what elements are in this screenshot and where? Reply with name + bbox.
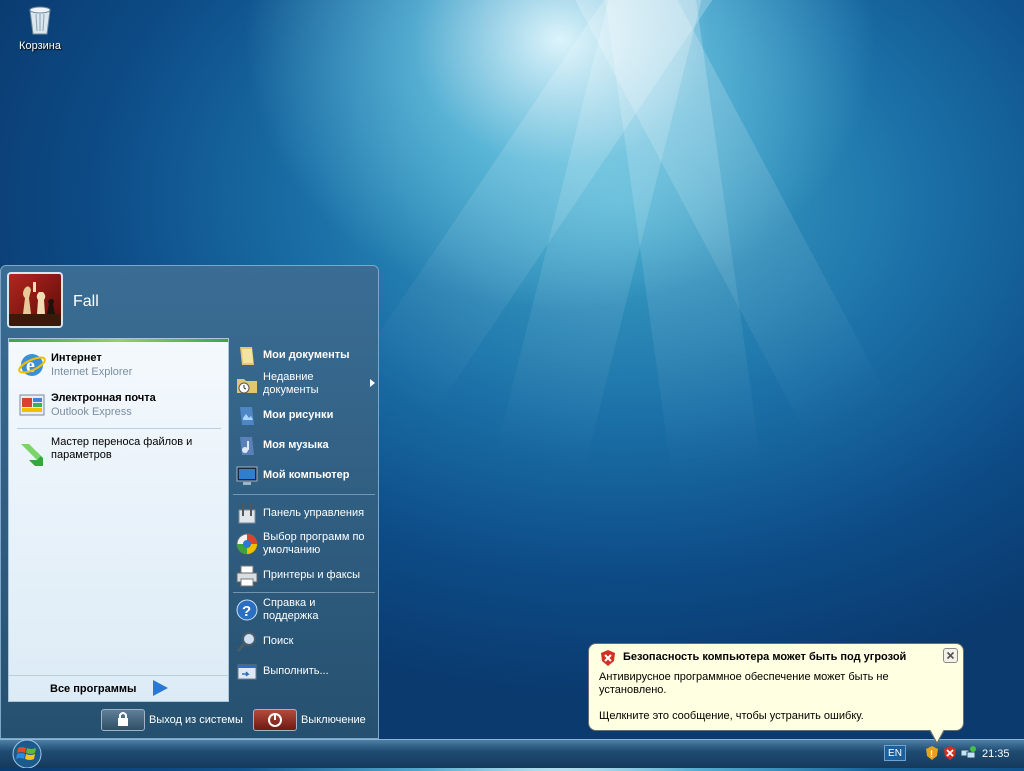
internet-explorer-icon: e [17,350,47,380]
balloon-tail-fill [930,729,944,742]
start-menu-programs-panel: e Интернет Internet Explorer Электронная… [8,338,229,702]
pinned-subtitle: Internet Explorer [51,366,133,378]
power-icon [253,709,297,731]
place-label: Мой компьютер [263,469,350,481]
system-default-programs[interactable]: Выбор программ по умолчанию [233,530,375,560]
system-label: Принтеры и факсы [263,569,361,581]
control-panel-icon [235,502,259,526]
security-notification-balloon[interactable]: Безопасность компьютера может быть под у… [588,643,964,744]
balloon-action: Щелкните это сообщение, чтобы устранить … [599,710,864,722]
search-icon [235,630,259,654]
svg-text:?: ? [242,603,251,620]
separator [17,428,221,429]
system-tray: EN ! 21:35 [880,741,1024,766]
panel-accent-line [9,339,228,342]
place-label: Недавние документы [263,371,319,396]
help-label: Поиск [263,635,294,647]
system-label: Панель управления [263,507,365,519]
place-label: Мои документы [263,349,350,361]
pinned-email[interactable]: Электронная почта Outlook Express [15,387,223,423]
all-programs-button[interactable]: Все программы [9,675,228,702]
all-programs-label: Все программы [50,683,137,695]
recycle-bin-shortcut[interactable]: Корзина [12,2,68,52]
place-my-pictures[interactable]: Мои рисунки [233,402,375,430]
help-label: Справка и поддержка [263,597,319,622]
shield-error-icon [599,649,617,667]
run-item[interactable]: Выполнить... [233,658,375,686]
recent-transfer-wizard[interactable]: Мастер переноса файлов и параметров [15,435,223,471]
system-control-panel[interactable]: Панель управления [233,500,375,528]
pinned-internet[interactable]: e Интернет Internet Explorer [15,347,223,383]
start-button[interactable] [6,739,48,769]
security-center-icon[interactable] [942,745,958,761]
start-menu-footer: Выход из системы Выключение [1,706,378,738]
user-name: Fall [73,293,99,310]
balloon-title: Безопасность компьютера может быть под у… [623,651,907,663]
start-menu-places-panel: Мои документы Недавние документы Мои рис… [231,338,377,702]
recent-documents-icon [235,372,259,396]
clock[interactable]: 21:35 [982,748,1010,760]
arrow-right-icon [151,679,169,697]
taskbar [0,739,1024,768]
place-my-computer[interactable]: Мой компьютер [233,462,375,490]
system-label: Выбор программ по умолчанию [263,531,365,556]
chevron-right-icon [370,379,375,387]
security-warning-icon[interactable]: ! [924,745,940,761]
chess-avatar-icon [9,282,61,326]
start-menu: Fall e Интернет Internet Explorer Электр… [0,265,379,739]
place-label: Моя музыка [263,439,329,451]
my-music-icon [235,434,259,458]
avatar[interactable] [7,272,63,328]
help-label: Выполнить... [263,665,329,677]
transfer-wizard-icon [17,438,47,468]
svg-text:!: ! [930,749,933,759]
network-icon[interactable] [960,745,976,761]
my-pictures-icon [235,404,259,428]
outlook-express-icon [17,390,47,420]
pinned-subtitle: Outlook Express [51,406,132,418]
balloon-message: Антивирусное программное обеспечение мож… [599,671,889,696]
pinned-title: Электронная почта [51,392,156,404]
pinned-title: Интернет [51,352,102,364]
recent-title: Мастер переноса файлов и параметров [51,436,193,461]
printers-icon [235,564,259,588]
windows-logo-icon [12,739,42,769]
default-programs-icon [235,532,259,556]
place-my-documents[interactable]: Мои документы [233,342,375,370]
my-documents-icon [235,344,259,368]
start-menu-header: Fall [1,266,378,336]
my-computer-icon [235,464,259,488]
run-icon [235,660,259,684]
help-icon: ? [235,598,259,622]
close-icon[interactable] [943,648,958,663]
place-label: Мои рисунки [263,409,334,421]
place-my-music[interactable]: Моя музыка [233,432,375,460]
recycle-bin-label: Корзина [19,40,61,52]
logoff-label: Выход из системы [149,714,243,726]
system-printers[interactable]: Принтеры и факсы [233,562,375,590]
separator [233,494,375,495]
recycle-bin-icon [25,2,55,36]
place-recent-documents[interactable]: Недавние документы [233,370,375,400]
separator [233,592,375,593]
search-item[interactable]: Поиск [233,628,375,656]
lock-icon [101,709,145,731]
shutdown-label: Выключение [301,714,366,726]
help-and-support[interactable]: ? Справка и поддержка [233,596,375,626]
language-indicator[interactable]: EN [884,745,906,761]
